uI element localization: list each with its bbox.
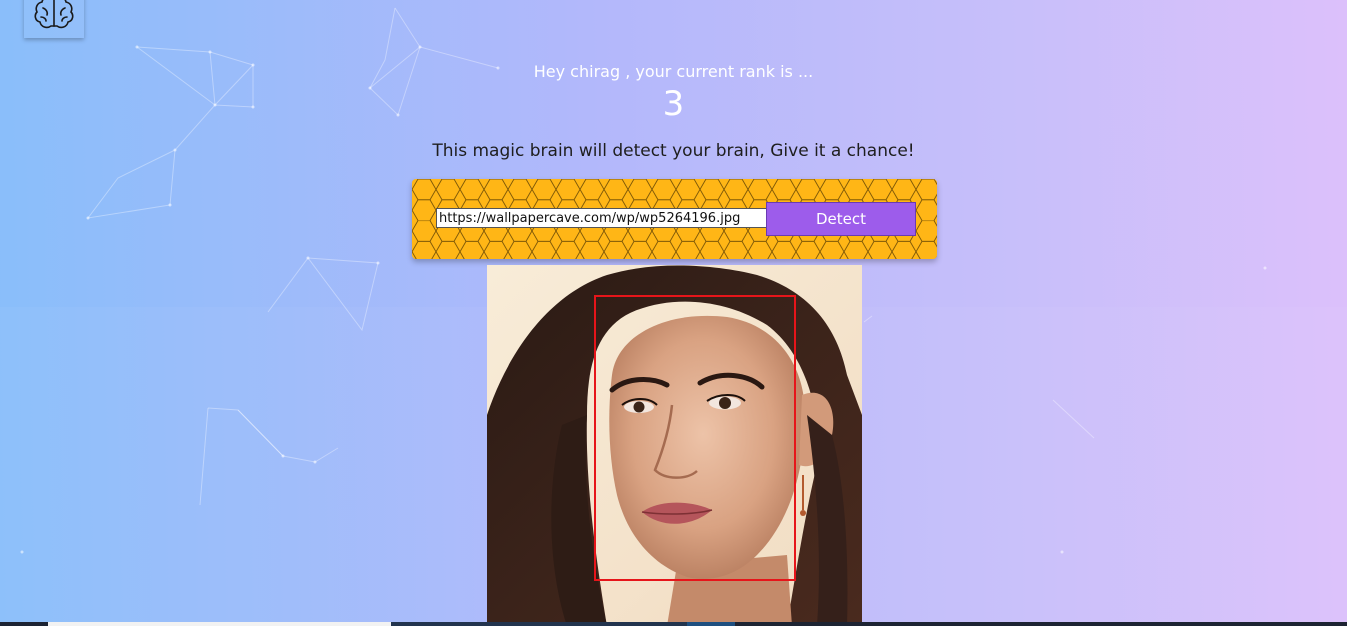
- image-link-form: Detect: [412, 179, 937, 259]
- taskbar-segment: [391, 622, 687, 626]
- image-url-input[interactable]: [436, 208, 768, 228]
- taskbar-segment: [48, 622, 391, 626]
- detect-button[interactable]: Detect: [766, 202, 916, 236]
- brain-icon: [34, 0, 74, 29]
- tagline-text: This magic brain will detect your brain,…: [432, 141, 915, 161]
- taskbar-segment: [687, 622, 735, 626]
- rank-value: 3: [662, 84, 685, 124]
- taskbar-edge: [0, 622, 1347, 626]
- result-image: [487, 265, 862, 626]
- greeting-text: Hey chirag , your current rank is ...: [533, 62, 814, 81]
- face-bounding-box: [594, 295, 796, 581]
- logo[interactable]: [24, 0, 84, 38]
